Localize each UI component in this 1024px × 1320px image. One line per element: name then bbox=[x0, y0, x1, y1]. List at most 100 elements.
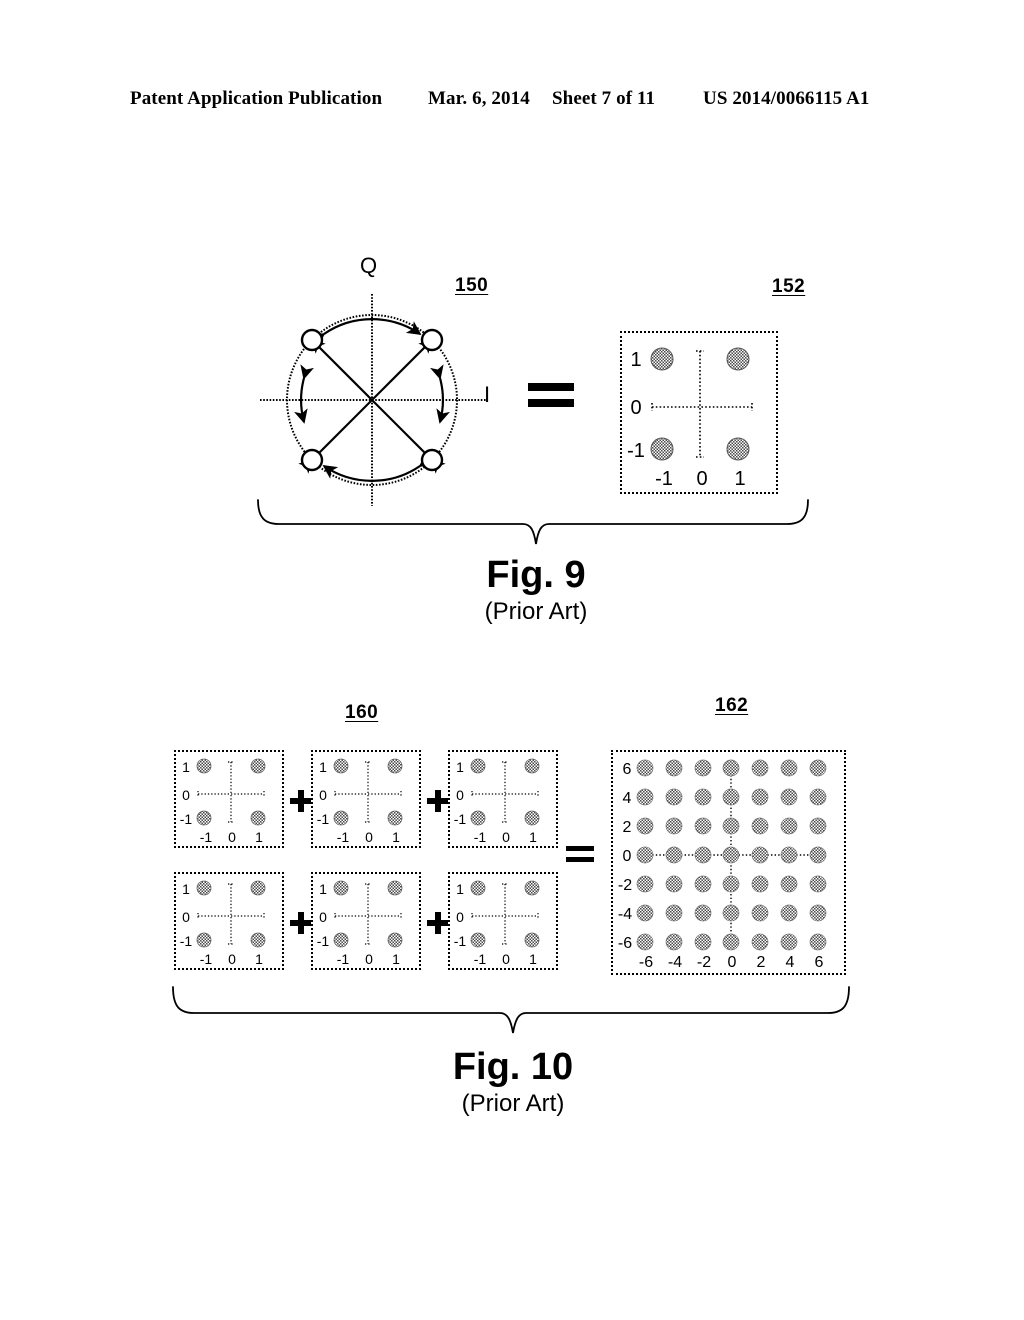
data-point bbox=[809, 904, 827, 922]
plus-operator-1 bbox=[290, 790, 312, 812]
data-point bbox=[250, 758, 266, 774]
data-point bbox=[751, 788, 769, 806]
figure-10-subtitle: (Prior Art) bbox=[461, 1090, 565, 1117]
data-point bbox=[780, 817, 798, 835]
data-point bbox=[387, 932, 403, 948]
y-tick-label: -1 bbox=[317, 811, 330, 827]
data-point bbox=[196, 880, 212, 896]
data-point bbox=[665, 904, 683, 922]
x-tick-label: -1 bbox=[474, 951, 487, 967]
ref-numeral-160: 160 bbox=[345, 702, 379, 723]
x-tick-label: 0 bbox=[228, 951, 236, 967]
data-point bbox=[722, 846, 740, 864]
x-tick-label: -2 bbox=[697, 954, 711, 971]
x-tick-label: -1 bbox=[474, 829, 487, 845]
y-tick-label: 1 bbox=[456, 881, 464, 897]
y-tick-label: 1 bbox=[319, 881, 327, 897]
data-point bbox=[809, 846, 827, 864]
addend-panel-4: 1 0 -1 -1 0 1 bbox=[174, 872, 284, 970]
x-tick-label: 1 bbox=[529, 829, 537, 845]
x-tick-label: 0 bbox=[502, 951, 510, 967]
data-point bbox=[387, 810, 403, 826]
data-point bbox=[722, 788, 740, 806]
data-point bbox=[809, 759, 827, 777]
data-point bbox=[809, 875, 827, 893]
data-point bbox=[524, 880, 540, 896]
data-point bbox=[751, 875, 769, 893]
x-tick-label: 0 bbox=[728, 954, 737, 971]
data-point bbox=[250, 932, 266, 948]
x-tick-label: 1 bbox=[529, 951, 537, 967]
data-point bbox=[636, 933, 654, 951]
figure-10: 160 162 1 0 -1 -1 0 1 1 0 -1 -1 0 1 1 0 … bbox=[0, 0, 1024, 1320]
data-point bbox=[722, 904, 740, 922]
x-tick-label: 0 bbox=[365, 951, 373, 967]
data-point bbox=[780, 875, 798, 893]
data-point bbox=[694, 817, 712, 835]
y-tick-label: 1 bbox=[319, 759, 327, 775]
data-point bbox=[333, 932, 349, 948]
x-tick-label: 2 bbox=[757, 954, 766, 971]
y-tick-label: 1 bbox=[182, 759, 190, 775]
data-point bbox=[524, 758, 540, 774]
addend-panel-2: 1 0 -1 -1 0 1 bbox=[311, 750, 421, 848]
data-point bbox=[333, 810, 349, 826]
plus-operator-3 bbox=[290, 912, 312, 934]
data-point bbox=[751, 817, 769, 835]
y-tick-label: -1 bbox=[454, 933, 467, 949]
x-tick-label: 1 bbox=[255, 951, 263, 967]
data-point bbox=[665, 875, 683, 893]
y-tick-label: -1 bbox=[180, 933, 193, 949]
data-point bbox=[636, 904, 654, 922]
data-point bbox=[809, 933, 827, 951]
data-point bbox=[751, 846, 769, 864]
addend-panel-5: 1 0 -1 -1 0 1 bbox=[311, 872, 421, 970]
data-point bbox=[636, 788, 654, 806]
data-point bbox=[780, 759, 798, 777]
y-tick-label: 0 bbox=[182, 909, 190, 925]
data-point bbox=[722, 933, 740, 951]
figure-10-caption: Fig. 10 (Prior Art) bbox=[313, 1048, 713, 1116]
data-point bbox=[196, 932, 212, 948]
y-tick-label: -2 bbox=[618, 877, 632, 894]
data-point bbox=[780, 933, 798, 951]
y-tick-label: -6 bbox=[618, 935, 632, 952]
data-point bbox=[665, 846, 683, 864]
data-point bbox=[694, 788, 712, 806]
addend-panel-3: 1 0 -1 -1 0 1 bbox=[448, 750, 558, 848]
data-point bbox=[665, 933, 683, 951]
x-tick-label: -4 bbox=[668, 954, 682, 971]
y-tick-label: 0 bbox=[456, 787, 464, 803]
x-tick-label: 0 bbox=[502, 829, 510, 845]
data-point bbox=[809, 788, 827, 806]
x-tick-label: 1 bbox=[392, 829, 400, 845]
data-point bbox=[333, 880, 349, 896]
plus-operator-2 bbox=[427, 790, 449, 812]
x-tick-label: -6 bbox=[639, 954, 653, 971]
data-point bbox=[636, 759, 654, 777]
y-tick-label: 6 bbox=[623, 761, 632, 778]
x-tick-label: 6 bbox=[815, 954, 824, 971]
data-point bbox=[196, 758, 212, 774]
data-point bbox=[751, 759, 769, 777]
data-point bbox=[722, 875, 740, 893]
x-tick-label: -1 bbox=[337, 951, 350, 967]
data-point bbox=[665, 788, 683, 806]
data-point bbox=[751, 933, 769, 951]
data-point bbox=[524, 932, 540, 948]
data-point bbox=[780, 846, 798, 864]
addend-panel-6: 1 0 -1 -1 0 1 bbox=[448, 872, 558, 970]
x-tick-label: 1 bbox=[255, 829, 263, 845]
y-tick-label: 0 bbox=[319, 787, 327, 803]
data-point bbox=[470, 758, 486, 774]
data-point bbox=[333, 758, 349, 774]
data-point bbox=[387, 758, 403, 774]
data-point bbox=[809, 817, 827, 835]
y-tick-label: -1 bbox=[454, 811, 467, 827]
equals-operator-fig10 bbox=[566, 846, 594, 863]
y-tick-label: -1 bbox=[180, 811, 193, 827]
y-tick-label: 0 bbox=[319, 909, 327, 925]
y-tick-label: 1 bbox=[456, 759, 464, 775]
data-point bbox=[780, 788, 798, 806]
x-tick-label: -1 bbox=[200, 951, 213, 967]
